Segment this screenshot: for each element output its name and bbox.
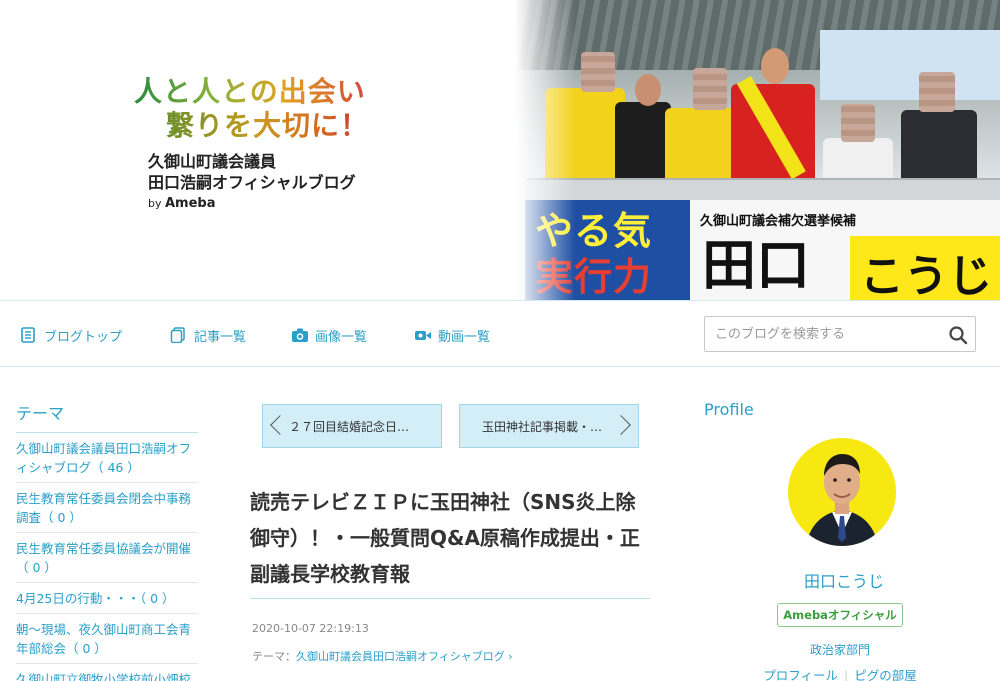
profile-name[interactable]: 田口こうじ [704,568,984,592]
article-theme-link[interactable]: 久御山町議会員田口浩嗣オフィシャブログ [296,650,505,663]
nav-image-list[interactable]: 画像一覧 [291,325,367,345]
nav-article-list[interactable]: 記事一覧 [170,325,246,345]
photo-blurred-face [841,104,875,142]
profile-links: プロフィール | ピグの部屋 [704,665,976,681]
pigg-room-link[interactable]: ピグの部屋 [854,668,917,681]
nav-video-list-label: 動画一覧 [438,329,491,345]
photo-fade [515,0,575,300]
article-title[interactable]: 読売テレビＺＩＰに玉田神社（SNS炎上除御守）！・一般質問Q&A原稿作成提出・正… [250,484,650,592]
photo-sky [820,30,1000,100]
photo-rail [525,178,1000,200]
profile-sidebar: Profile 田口こうじ Amebaオフィシャル 政治家部門 プロフィール | ピ… [704,400,984,681]
article-list-icon [170,327,186,344]
ameba-logo[interactable]: by Ameba [148,196,216,211]
profile-link[interactable]: プロフィール [763,668,838,681]
nav-image-list-label: 画像一覧 [315,329,368,345]
theme-heading: テーマ [16,400,198,433]
next-article-button[interactable]: 玉田神社記事掲載・… [459,404,639,448]
header-photo: やる気 実行力 久御山町議会補欠選挙候補 田口 こうじ [515,0,1000,300]
theme-sidebar: テーマ 久御山町議会議員田口浩嗣オフィシャブログ（ 46 ） 民生教育常任委員会… [16,400,198,681]
banner-given-name: こうじ [860,251,992,300]
theme-link[interactable]: 民生教育常任委員協議会が開催（ 0 ） [16,533,198,583]
photo-blurred-face [581,52,615,92]
by-label: by [148,197,162,210]
official-badge[interactable]: Amebaオフィシャル [777,603,903,627]
theme-link[interactable]: 民生教育常任委員会閉会中事務調査（ 0 ） [16,483,198,533]
photo-person [665,108,739,180]
link-separator: | [844,668,849,681]
chevron-right-icon: › [504,650,513,663]
next-article-label: 玉田神社記事掲載・… [482,419,603,434]
search-icon[interactable] [947,324,969,346]
nav-blog-top-label: ブログトップ [44,329,123,345]
article-theme: テーマ：久御山町議会員田口浩嗣オフィシャブログ › [252,648,513,664]
photo-blurred-face [693,68,727,110]
theme-link[interactable]: 久御山町議会議員田口浩嗣オフィシャブログ（ 46 ） [16,433,198,483]
blog-top-icon [20,327,36,343]
photo-face [761,48,789,84]
theme-link[interactable]: 久御山町立御牧小学校前小畑校長先生の送別（ 0 ） [16,664,198,681]
profile-heading: Profile [704,400,754,419]
article-theme-prefix: テーマ： [252,650,296,663]
profile-category[interactable]: 政治家部門 [704,641,976,658]
prev-article-label: ２７回目結婚記念日… [289,419,410,434]
search-input[interactable] [705,317,935,351]
banner-caption: 久御山町議会補欠選挙候補 [700,214,857,229]
prev-article-button[interactable]: ２７回目結婚記念日… [262,404,442,448]
nav-blog-top[interactable]: ブログトップ [20,325,122,345]
nav-article-list-label: 記事一覧 [194,329,247,345]
theme-link[interactable]: 4月25日の行動・・・（ 0 ） [16,583,198,614]
chevron-left-icon [270,415,290,435]
title-divider [250,598,650,599]
photo-blurred-face [919,72,955,112]
blog-title-sub[interactable]: 田口浩嗣オフィシャルブログ [148,169,356,193]
blog-search [704,316,976,352]
video-icon [414,327,431,343]
nav-video-list[interactable]: 動画一覧 [414,325,490,345]
article-date: 2020-10-07 22:19:13 [252,622,369,635]
camera-icon [291,327,308,343]
banner-surname: 田口 [702,234,810,297]
global-nav: ブログトップ 記事一覧 画像一覧 動画一覧 [0,300,1000,367]
photo-banner-name: 久御山町議会補欠選挙候補 田口 こうじ [690,200,1000,300]
photo-person [615,102,671,180]
chevron-right-icon [611,415,631,435]
ameba-brand: Ameba [165,196,216,211]
header-tagline-sub: 繋りを大切に！ [166,104,369,144]
photo-person [823,138,893,180]
theme-link[interactable]: 朝〜現場、夜久御山町商工会青年部総会（ 0 ） [16,614,198,664]
avatar[interactable] [788,438,896,546]
banner-yellow-panel: こうじ [850,236,1000,300]
photo-person [901,110,977,180]
blog-header: 人と人との出会い 繋りを大切に！ 久御山町議会議員 田口浩嗣オフィシャルブログ … [0,0,1000,300]
photo-face [635,74,661,106]
